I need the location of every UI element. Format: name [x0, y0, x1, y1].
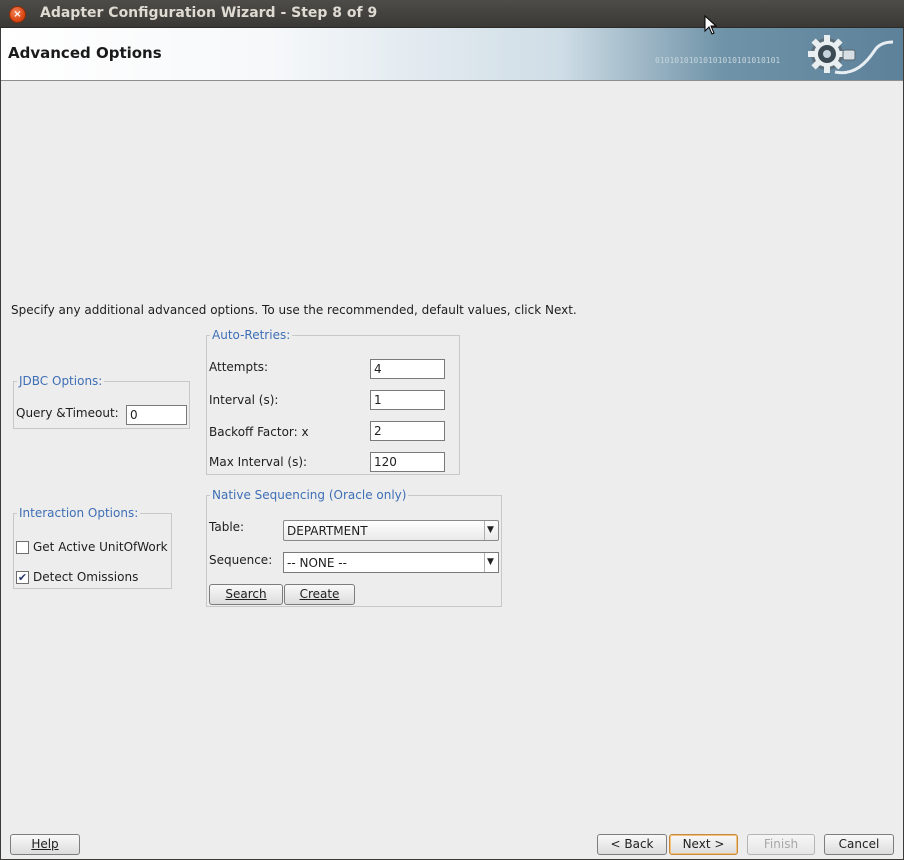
window-title: Adapter Configuration Wizard - Step 8 of… [40, 5, 378, 21]
query-timeout-label: Query &Timeout: [16, 406, 119, 420]
interval-label: Interval (s): [209, 393, 279, 407]
create-button-label: Create [299, 587, 340, 601]
sequence-label: Sequence: [209, 553, 273, 567]
close-icon[interactable]: × [9, 6, 26, 23]
jdbc-options-legend: JDBC Options: [19, 374, 103, 388]
search-button[interactable]: Search [209, 584, 283, 605]
auto-retries-legend: Auto-Retries: [212, 328, 291, 342]
page-title: Advanced Options [8, 44, 162, 62]
sequence-dropdown-value: -- NONE -- [287, 556, 347, 570]
backoff-factor-label: Backoff Factor: x [209, 425, 309, 439]
intro-text: Specify any additional advanced options.… [11, 303, 577, 317]
create-button[interactable]: Create [284, 584, 355, 605]
attempts-field[interactable]: 4 [370, 359, 445, 379]
banner-binary-decoration: 01010101010101010101010101 [655, 56, 781, 65]
backoff-factor-field[interactable]: 2 [370, 421, 445, 441]
max-interval-field[interactable]: 120 [370, 452, 445, 472]
finish-button[interactable]: Finish [747, 834, 815, 855]
search-button-label: Search [225, 587, 267, 601]
chevron-down-icon[interactable]: ▼ [484, 521, 496, 540]
max-interval-label: Max Interval (s): [209, 455, 308, 469]
detect-omissions-label[interactable]: Detect Omissions [33, 570, 138, 584]
chevron-down-icon[interactable]: ▼ [484, 553, 496, 572]
help-button-label: Help [31, 837, 59, 851]
help-button[interactable]: Help [10, 834, 80, 855]
gear-plug-icon [808, 35, 894, 75]
interaction-options-legend: Interaction Options: [19, 506, 139, 520]
sequence-dropdown[interactable]: -- NONE -- ▼ [283, 552, 499, 573]
cancel-button[interactable]: Cancel [824, 834, 894, 855]
query-timeout-field[interactable]: 0 [126, 405, 187, 425]
table-dropdown[interactable]: DEPARTMENT ▼ [283, 520, 499, 541]
native-sequencing-legend: Native Sequencing (Oracle only) [212, 488, 407, 502]
table-label: Table: [209, 520, 245, 534]
get-active-unitofwork-label[interactable]: Get Active UnitOfWork [33, 540, 168, 554]
wizard-client-area: Advanced Options 01010101010101010101010… [1, 28, 903, 859]
interval-field[interactable]: 1 [370, 390, 445, 410]
next-button[interactable]: Next > [669, 834, 738, 855]
window-titlebar[interactable]: × Adapter Configuration Wizard - Step 8 … [0, 0, 904, 28]
attempts-label: Attempts: [209, 360, 269, 374]
get-active-unitofwork-checkbox[interactable] [16, 541, 29, 554]
table-dropdown-value: DEPARTMENT [287, 524, 368, 538]
wizard-banner: Advanced Options 01010101010101010101010… [1, 28, 903, 81]
detect-omissions-checkbox[interactable]: ✔ [16, 571, 29, 584]
mouse-pointer-icon [704, 15, 718, 35]
back-button[interactable]: < Back [597, 834, 667, 855]
